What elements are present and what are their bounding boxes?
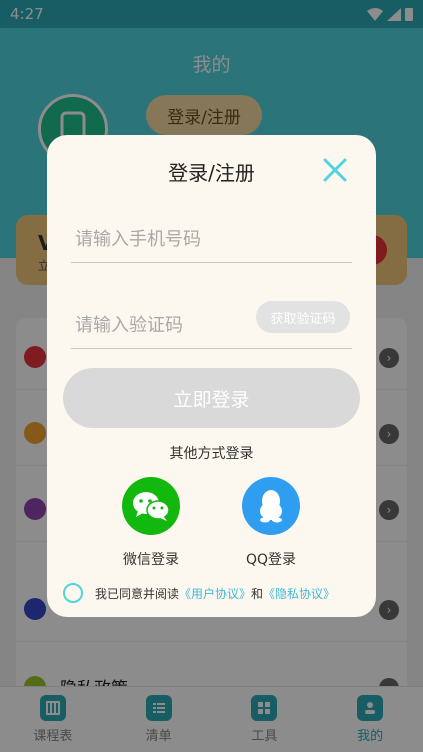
wechat-login-label: 微信登录: [123, 552, 179, 568]
privacy-agreement-link[interactable]: 《隐私协议》: [263, 585, 335, 602]
login-modal: 登录/注册 获取验证码 立即登录 其他方式登录 微信登录: [47, 135, 376, 617]
qq-icon: [242, 477, 300, 535]
agreement-prefix: 我已同意并阅读: [95, 586, 180, 601]
code-field: 获取验证码: [71, 299, 352, 349]
user-agreement-link[interactable]: 《用户协议》: [179, 585, 251, 602]
get-code-button[interactable]: 获取验证码: [256, 301, 350, 333]
agree-radio[interactable]: [63, 583, 83, 603]
login-button[interactable]: 立即登录: [63, 368, 360, 428]
wechat-icon: [122, 477, 180, 535]
agreement-row: 我已同意并阅读 《用户协议》 和 《隐私协议》: [63, 583, 335, 603]
qq-login-label: QQ登录: [245, 552, 297, 568]
code-input[interactable]: [75, 305, 255, 345]
other-methods-label: 其他方式登录: [169, 446, 254, 462]
phone-field: [71, 215, 352, 263]
phone-input[interactable]: [75, 219, 335, 259]
wechat-login-button[interactable]: 微信登录: [111, 477, 191, 569]
qq-login-button[interactable]: QQ登录: [231, 477, 311, 569]
agreement-and: 和: [251, 586, 264, 601]
close-icon[interactable]: [322, 157, 348, 183]
